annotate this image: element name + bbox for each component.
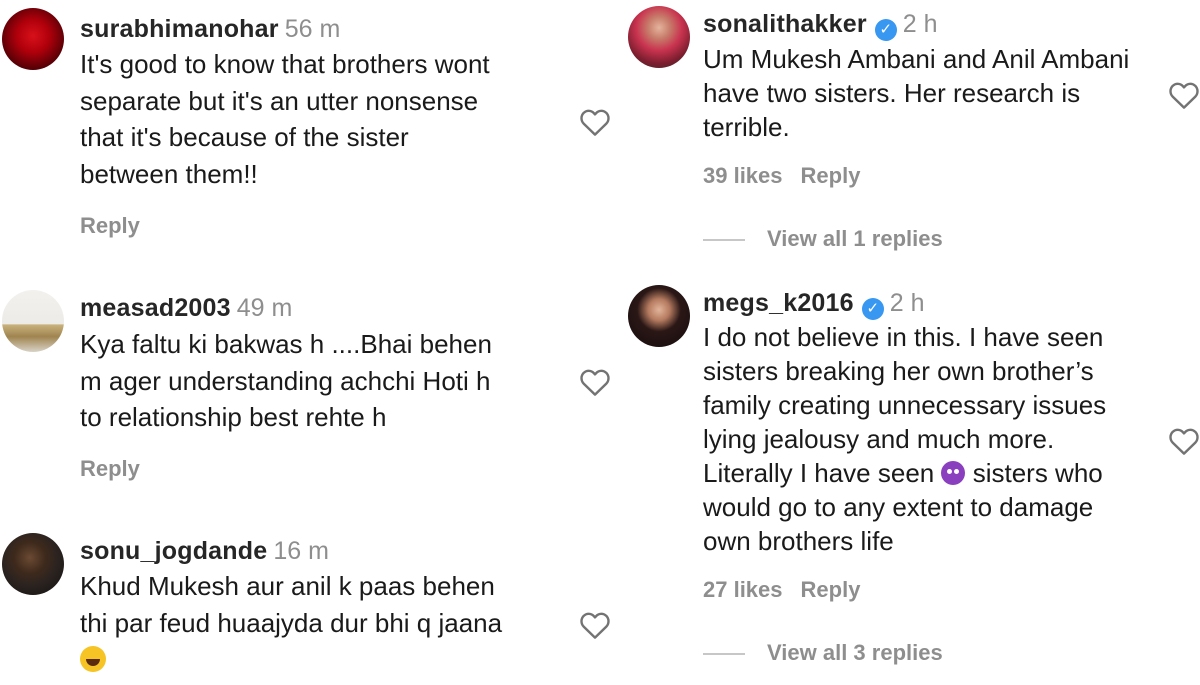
timestamp: 49 m (236, 294, 293, 322)
comment-line: Khud Mukesh aur anil k paas behen (80, 571, 495, 601)
comment-line (80, 641, 502, 678)
comment-line: own brothers life (703, 526, 894, 556)
comment-line: Literally I have seen sisters who (703, 456, 1106, 490)
comment-line: have two sisters. Her research is (703, 78, 1081, 108)
username[interactable]: sonalithakker (703, 10, 867, 38)
verified-badge-icon: ✓ (861, 298, 884, 320)
avatar[interactable] (2, 533, 64, 595)
heart-outline-icon[interactable] (579, 107, 611, 137)
reply-button[interactable]: Reply (80, 213, 140, 238)
comment-line-part: Literally I have seen (703, 458, 935, 488)
face-with-tears-of-joy-icon (80, 646, 106, 672)
comment-text: Khud Mukesh aur anil k paas behen thi pa… (80, 568, 502, 678)
reply-button[interactable]: Reply (801, 577, 861, 602)
comment-actions: Reply (80, 213, 158, 239)
avatar[interactable] (2, 8, 64, 70)
comment-line: It's good to know that brothers wont (80, 49, 490, 79)
smiling-face-with-horns-icon (941, 461, 966, 485)
comment-actions: 39 likes Reply (703, 163, 878, 189)
comment-actions: 27 likes Reply (703, 577, 878, 603)
comment-header: sonalithakker ✓ 2 h (703, 9, 938, 41)
comment-line: sisters breaking her own brother’s (703, 356, 1094, 386)
comment-text: I do not believe in this. I have seen si… (703, 320, 1106, 558)
likes-count[interactable]: 39 likes (703, 163, 783, 188)
comment-line: m ager understanding achchi Hoti h (80, 365, 491, 396)
left-comment-column: surabhimanohar 56 m It's good to know tha… (0, 0, 620, 685)
username[interactable]: measad2003 (80, 294, 231, 322)
username[interactable]: sonu_jogdande (80, 537, 267, 565)
timestamp: 56 m (284, 15, 341, 43)
likes-count[interactable]: 27 likes (703, 577, 783, 602)
username[interactable]: megs_k2016 (703, 289, 854, 317)
heart-outline-icon[interactable] (1168, 80, 1200, 110)
avatar[interactable] (628, 285, 690, 347)
comment-line: to relationship best rehte h (80, 402, 387, 432)
timestamp: 16 m (273, 537, 329, 565)
comment-text: Um Mukesh Ambani and Anil Ambani have tw… (703, 42, 1129, 144)
heart-outline-icon[interactable] (579, 610, 611, 640)
comment-line: separate but it's an utter nonsense (80, 85, 479, 116)
heart-outline-icon[interactable] (1168, 426, 1200, 456)
view-replies-label[interactable]: View all 3 replies (767, 640, 943, 665)
comment-header: surabhimanohar 56 m (80, 14, 340, 44)
timestamp: 2 h (902, 10, 938, 38)
heart-outline-icon[interactable] (579, 367, 611, 397)
comment-line-part: sisters who (972, 458, 1103, 488)
comment-header: sonu_jogdande 16 m (80, 536, 329, 566)
username[interactable]: surabhimanohar (80, 15, 279, 43)
avatar[interactable] (2, 290, 64, 352)
comment-line: that it's because of the sister (80, 122, 409, 152)
comment-line: terrible. (703, 112, 790, 142)
avatar[interactable] (628, 6, 690, 68)
comment-line: family creating unnecessary issues (703, 390, 1107, 420)
comment-line: I do not believe in this. I have seen (703, 322, 1104, 352)
comment-text: Kya faltu ki bakwas h ....Bhai behen m a… (80, 326, 492, 436)
timestamp: 2 h (889, 289, 925, 317)
replies-divider (703, 653, 745, 656)
right-comment-column: sonalithakker ✓ 2 h Um Mukesh Ambani and A… (628, 0, 1200, 685)
replies-divider (703, 239, 745, 242)
comment-text: It's good to know that brothers wont sep… (80, 46, 490, 192)
comment-header: measad2003 49 m (80, 293, 292, 323)
comment-line: between them!! (80, 158, 258, 189)
comment-line: thi par feud huaajyda dur bhi q jaana (80, 607, 503, 638)
view-replies-label[interactable]: View all 1 replies (767, 226, 943, 251)
reply-button[interactable]: Reply (801, 163, 861, 188)
comment-header: megs_k2016 ✓ 2 h (703, 288, 925, 320)
view-replies-button[interactable]: View all 3 replies (703, 640, 943, 666)
comment-line: Um Mukesh Ambani and Anil Ambani (703, 44, 1130, 74)
comment-line: would go to any extent to damage (703, 492, 1094, 522)
verified-badge-icon: ✓ (874, 19, 897, 41)
comment-line: lying jealousy and much more. (703, 424, 1055, 454)
comment-line: Kya faltu ki bakwas h ....Bhai behen (80, 329, 492, 359)
column-divider (620, 0, 628, 685)
comment-actions: Reply (80, 456, 158, 482)
view-replies-button[interactable]: View all 1 replies (703, 226, 943, 252)
reply-button[interactable]: Reply (80, 456, 140, 481)
